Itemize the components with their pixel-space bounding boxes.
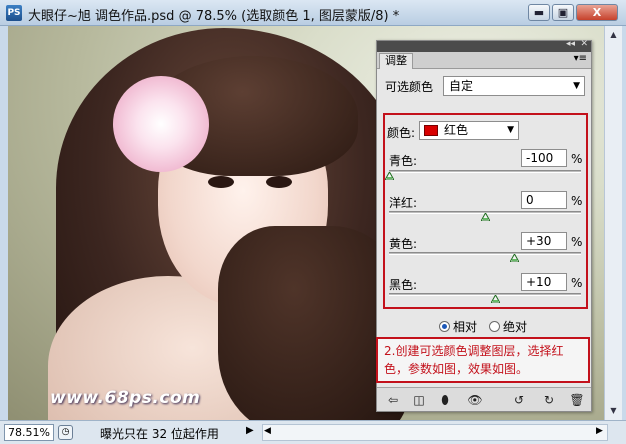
watermark: www.68ps.com — [50, 388, 201, 408]
magenta-input[interactable]: 0 — [521, 191, 567, 209]
photo-eye-left — [208, 176, 234, 188]
panel-tab-row: 调整 ▾≡ — [377, 52, 591, 69]
chevron-down-icon: ▼ — [507, 125, 514, 135]
status-message: 曝光只在 32 位起作用 — [100, 427, 219, 441]
back-arrow-icon[interactable]: ⇦ — [385, 392, 401, 408]
colors-dropdown[interactable]: 红色 ▼ — [419, 121, 519, 140]
preset-value: 自定 — [449, 79, 474, 93]
black-percent: % — [571, 276, 583, 290]
yellow-label: 黄色: — [389, 237, 418, 251]
black-input[interactable]: +10 — [521, 273, 567, 291]
mask-icon[interactable]: ⬮ — [437, 392, 453, 408]
chevron-down-icon: ▼ — [573, 81, 580, 91]
scroll-up-arrow-icon[interactable]: ▲ — [606, 27, 621, 43]
yellow-input[interactable]: +30 — [521, 232, 567, 250]
scroll-down-arrow-icon[interactable]: ▼ — [606, 403, 621, 419]
panel-menu-icon[interactable]: ▾≡ — [574, 53, 587, 64]
black-slider-thumb[interactable] — [490, 295, 500, 303]
cyan-slider-thumb[interactable] — [385, 172, 394, 180]
preset-dropdown[interactable]: 自定 ▼ — [443, 76, 585, 96]
black-track[interactable] — [389, 293, 581, 296]
relative-radio[interactable] — [439, 321, 450, 332]
colors-value: 红色 — [444, 123, 469, 137]
absolute-radio[interactable] — [489, 321, 500, 332]
scroll-left-arrow-icon[interactable]: ◀ — [264, 426, 271, 436]
status-menu-arrow-icon[interactable]: ▶ — [246, 425, 254, 436]
previous-state-icon[interactable]: ↺ — [511, 392, 527, 408]
absolute-option[interactable]: 绝对 — [489, 318, 527, 335]
yellow-track[interactable] — [389, 252, 581, 255]
photo-flower — [113, 76, 209, 172]
document-info-icon[interactable]: ◷ — [58, 425, 73, 440]
magenta-label: 洋红: — [389, 196, 418, 210]
visibility-eye-icon[interactable]: 👁 — [467, 392, 483, 408]
tab-adjustments[interactable]: 调整 — [379, 53, 413, 69]
close-button[interactable]: X — [576, 4, 618, 21]
cyan-track[interactable] — [389, 170, 581, 173]
relative-option[interactable]: 相对 — [439, 318, 477, 335]
window-title: 大眼仔~旭 调色作品.psd @ 78.5% (选取颜色 1, 图层蒙版/8) … — [28, 9, 400, 24]
reset-icon[interactable]: ↻ — [541, 392, 557, 408]
magenta-slider-thumb[interactable] — [481, 213, 490, 221]
yellow-percent: % — [571, 235, 583, 249]
panel-bottom-toolbar: ⇦ ◫ ⬮ 👁 ↺ ↻ 🗑 — [377, 387, 591, 411]
panel-header[interactable]: ◂◂ ✕ — [377, 39, 591, 52]
black-label: 黑色: — [389, 278, 418, 292]
scroll-right-arrow-icon[interactable]: ▶ — [596, 426, 603, 436]
colors-label: 颜色: — [387, 126, 416, 140]
relative-label: 相对 — [453, 320, 478, 334]
vertical-scrollbar[interactable]: ▲ ▼ — [604, 26, 622, 420]
title-bar: PS 大眼仔~旭 调色作品.psd @ 78.5% (选取颜色 1, 图层蒙版/… — [0, 0, 626, 26]
yellow-slider-thumb[interactable] — [509, 254, 519, 262]
adjustments-panel: ◂◂ ✕ 调整 ▾≡ 可选颜色 自定 ▼ 颜色: 红色 ▼ 青色: -100 %… — [376, 39, 592, 412]
close-panel-icon[interactable]: ✕ — [580, 39, 588, 49]
zoom-level-field[interactable]: 78.51% — [4, 424, 54, 441]
horizontal-scrollbar[interactable] — [262, 424, 608, 441]
absolute-label: 绝对 — [503, 320, 528, 334]
cyan-percent: % — [571, 152, 583, 166]
photo-eye-right — [266, 176, 292, 188]
color-swatch — [424, 125, 438, 136]
tutorial-note: 2.创建可选颜色调整图层，选择红色，参数如图，效果如图。 — [376, 337, 590, 383]
cyan-label: 青色: — [389, 154, 418, 168]
magenta-percent: % — [571, 194, 583, 208]
minimize-button[interactable]: ▬ — [528, 4, 550, 21]
collapse-panel-icon[interactable]: ◂◂ — [566, 39, 575, 49]
delete-trash-icon[interactable]: 🗑 — [569, 392, 585, 408]
clip-layer-icon[interactable]: ◫ — [411, 392, 427, 408]
maximize-button[interactable]: ▣ — [552, 4, 574, 21]
cyan-input[interactable]: -100 — [521, 149, 567, 167]
photoshop-icon: PS — [6, 5, 22, 21]
preset-label: 可选颜色 — [385, 80, 434, 94]
status-bar: 78.51% ◷ 曝光只在 32 位起作用 ▶ ◀ ▶ — [0, 420, 626, 444]
